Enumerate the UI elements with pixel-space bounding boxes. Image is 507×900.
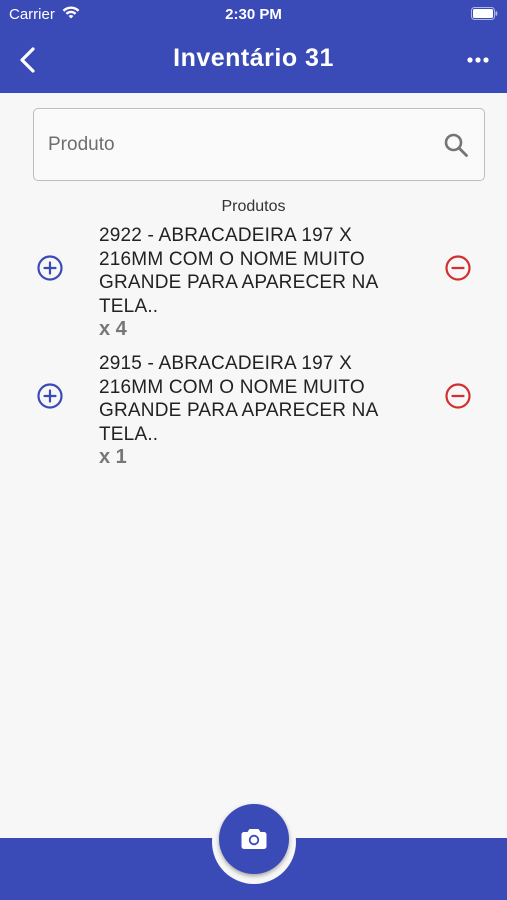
product-quantity: x 4 [99,318,127,340]
product-list-item: 2915 - ABRACADEIRA 197 X 216MM COM O NOM… [0,350,507,474]
product-name: 2922 - ABRACADEIRA 197 X 216MM COM O NOM… [99,225,378,317]
product-quantity: x 1 [99,446,127,468]
battery-icon [471,7,498,20]
camera-button[interactable] [219,804,289,874]
nav-bar: Inventário 31 [0,30,507,90]
remove-circle-icon[interactable] [444,254,472,282]
product-list-item: 2922 - ABRACADEIRA 197 X 216MM COM O NOM… [0,222,507,346]
product-name: 2915 - ABRACADEIRA 197 X 216MM COM O NOM… [99,353,378,445]
more-horizontal-icon [467,57,489,63]
status-bar: Carrier 2:30 PM [0,0,507,28]
search-icon[interactable] [443,132,469,158]
status-time: 2:30 PM [225,6,282,23]
page-title: Inventário 31 [173,44,334,72]
section-label: Produtos [221,198,286,215]
app-header: Carrier 2:30 PM Inventário 31 [0,0,507,93]
search-input[interactable] [48,131,428,159]
more-options-button[interactable] [462,46,494,74]
add-circle-icon[interactable] [36,382,64,410]
remove-circle-icon[interactable] [444,382,472,410]
camera-icon [241,829,267,849]
add-circle-icon[interactable] [36,254,64,282]
search-box [33,108,485,181]
